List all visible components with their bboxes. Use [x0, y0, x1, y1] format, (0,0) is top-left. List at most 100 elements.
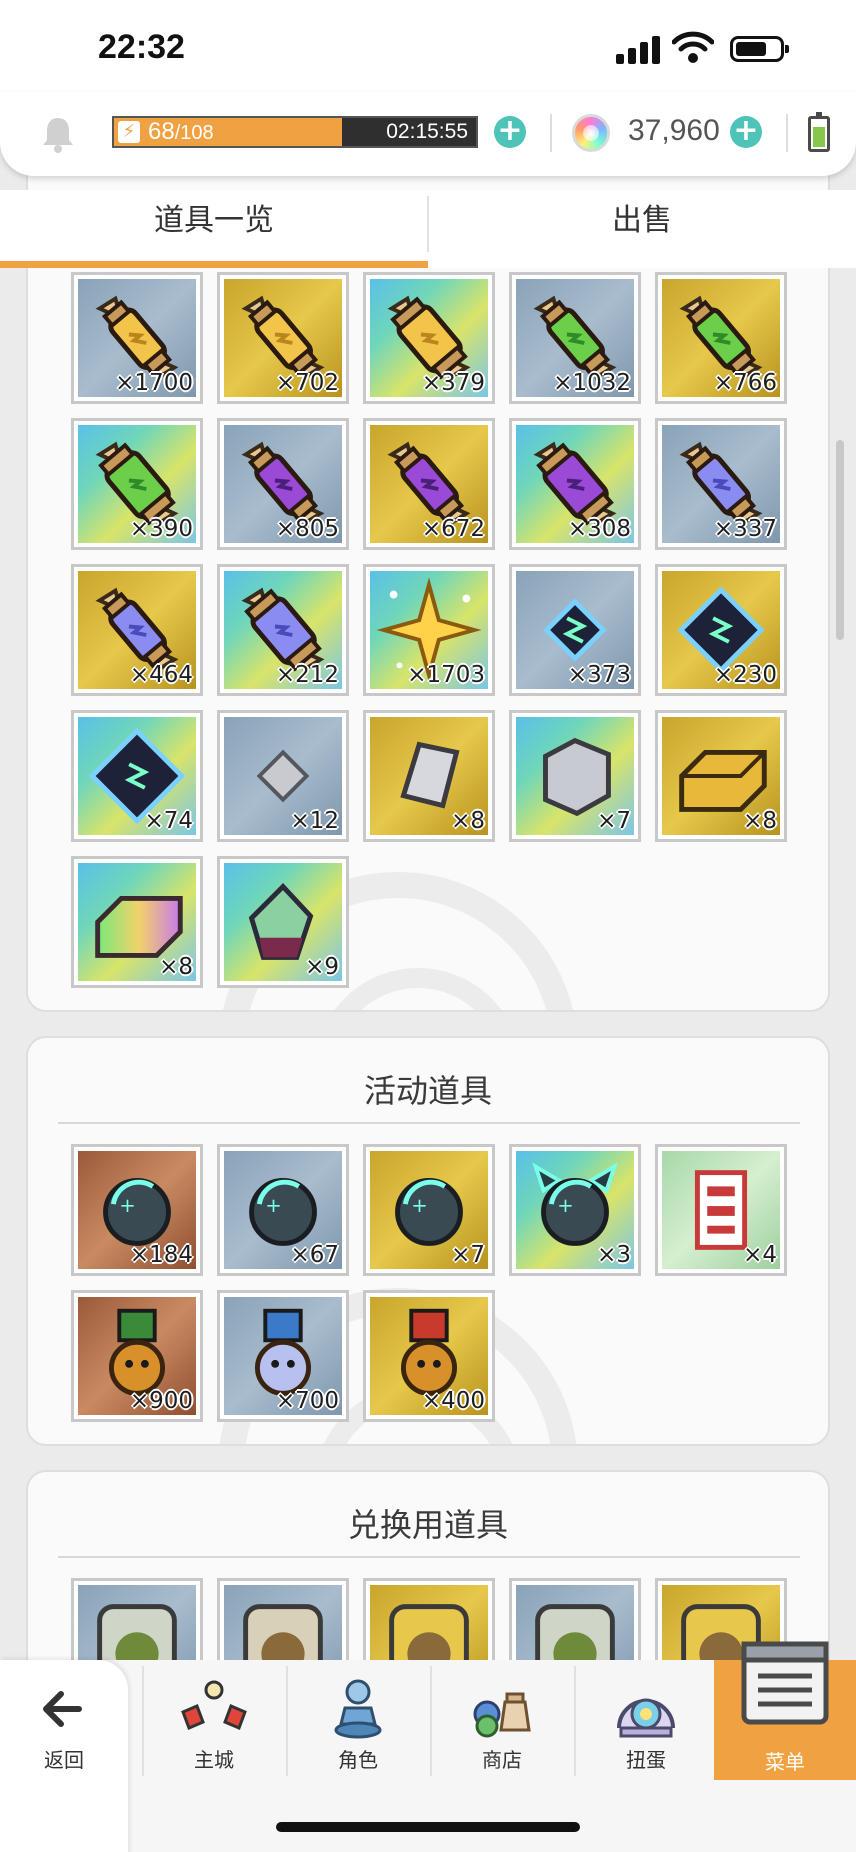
- nav-label: 扭蛋: [626, 1748, 666, 1772]
- item-background: ×400: [370, 1297, 488, 1415]
- inventory-item[interactable]: ×8: [363, 710, 495, 842]
- scrollbar[interactable]: [836, 440, 844, 640]
- town-icon: [181, 1680, 247, 1730]
- nav-shop[interactable]: 商店: [432, 1660, 572, 1780]
- item-background: ×8: [662, 717, 780, 835]
- item-count: ×400: [421, 1388, 485, 1414]
- nav-character[interactable]: 角色: [288, 1660, 428, 1780]
- add-stamina-button[interactable]: +: [494, 116, 526, 148]
- bell-icon[interactable]: [40, 114, 76, 154]
- back-button[interactable]: 返回: [0, 1660, 128, 1780]
- nav-menu[interactable]: 菜单: [714, 1641, 856, 1780]
- inventory-item[interactable]: ×230: [655, 564, 787, 696]
- inventory-item[interactable]: ×672: [363, 418, 495, 550]
- cellular-signal-icon: [616, 34, 662, 64]
- nav-label: 商店: [482, 1748, 522, 1772]
- nav-label: 菜单: [765, 1750, 805, 1774]
- character-icon: [334, 1679, 382, 1739]
- inventory-item[interactable]: ×9: [217, 856, 349, 988]
- inventory-item[interactable]: ×379: [363, 272, 495, 404]
- inventory-item[interactable]: ×702: [217, 272, 349, 404]
- item-count: ×12: [290, 808, 339, 834]
- shop-icon: [473, 1692, 531, 1738]
- item-count: ×464: [129, 662, 193, 688]
- nav-gacha[interactable]: 扭蛋: [576, 1660, 716, 1780]
- inventory-item[interactable]: ×308: [509, 418, 641, 550]
- item-background: ×308: [516, 425, 634, 543]
- tab-item-list[interactable]: 道具一览: [0, 190, 428, 268]
- tab-active-indicator: [0, 261, 428, 268]
- inventory-item[interactable]: ×1032: [509, 272, 641, 404]
- item-background: ×1703: [370, 571, 488, 689]
- item-background: ×700: [224, 1297, 342, 1415]
- inventory-item[interactable]: ×7: [509, 710, 641, 842]
- item-background: ×702: [224, 279, 342, 397]
- item-background: ×337: [662, 425, 780, 543]
- inventory-item[interactable]: ×700: [217, 1290, 349, 1422]
- inventory-item[interactable]: ×1703: [363, 564, 495, 696]
- panel-title: 兑换用道具: [347, 1506, 508, 1544]
- item-background: ×7: [516, 717, 634, 835]
- nav-town[interactable]: 主城: [144, 1660, 284, 1780]
- lightning-icon: ⚡: [118, 121, 140, 143]
- item-background: ×1700: [78, 279, 196, 397]
- resource-bar: ⚡ 68/108 02:15:55 + 37,960 +: [0, 92, 856, 176]
- nav-label: 角色: [338, 1748, 378, 1772]
- item-background: ×230: [662, 571, 780, 689]
- nav-label: 主城: [194, 1748, 234, 1772]
- inventory-item[interactable]: ×464: [71, 564, 203, 696]
- inventory-item[interactable]: ×212: [217, 564, 349, 696]
- gacha-icon: [617, 1698, 675, 1738]
- inventory-item[interactable]: ×74: [71, 710, 203, 842]
- item-background: ×766: [662, 279, 780, 397]
- inventory-item[interactable]: + ×184: [71, 1144, 203, 1276]
- svg-text:+: +: [557, 1194, 573, 1217]
- inventory-item[interactable]: ×766: [655, 272, 787, 404]
- item-count: ×373: [567, 662, 631, 688]
- inventory-item[interactable]: + ×67: [217, 1144, 349, 1276]
- divider: [550, 114, 552, 152]
- item-count: ×308: [567, 516, 631, 542]
- inventory-item[interactable]: ×805: [217, 418, 349, 550]
- item-count: ×8: [743, 808, 777, 834]
- inventory-item[interactable]: ×8: [655, 710, 787, 842]
- divider: [786, 114, 788, 152]
- battery-icon: [808, 112, 830, 152]
- item-background: ×464: [78, 571, 196, 689]
- item-background: ×4: [662, 1151, 780, 1269]
- svg-text:+: +: [265, 1194, 281, 1217]
- inventory-item[interactable]: ×900: [71, 1290, 203, 1422]
- inventory-item[interactable]: ×390: [71, 418, 203, 550]
- tab-bar: 道具一览 出售: [0, 190, 856, 268]
- stamina-timer: 02:15:55: [386, 120, 468, 143]
- item-count: ×8: [159, 954, 193, 980]
- item-count: ×900: [129, 1388, 193, 1414]
- stamina-current: 68: [148, 118, 175, 145]
- inventory-item[interactable]: ×400: [363, 1290, 495, 1422]
- tab-sell[interactable]: 出售: [428, 190, 856, 268]
- item-count: ×672: [421, 516, 485, 542]
- inventory-item[interactable]: ×373: [509, 564, 641, 696]
- nav-label: 返回: [44, 1748, 84, 1772]
- gem-icon: [572, 114, 610, 152]
- inventory-item[interactable]: ×4: [655, 1144, 787, 1276]
- item-count: ×1703: [407, 662, 485, 688]
- item-count: ×212: [275, 662, 339, 688]
- inventory-item[interactable]: ×1700: [71, 272, 203, 404]
- inventory-item[interactable]: + ×7: [363, 1144, 495, 1276]
- event-items-panel: 活动道具 + ×184 + ×67 + ×7 + ×3 ×4 ×900 ×700…: [26, 1036, 830, 1446]
- item-background: ×8: [78, 863, 196, 981]
- title-divider: [58, 1556, 800, 1558]
- inventory-item[interactable]: ×8: [71, 856, 203, 988]
- item-count: ×7: [597, 808, 631, 834]
- item-count: ×3: [597, 1242, 631, 1268]
- title-divider: [58, 1122, 800, 1124]
- inventory-item[interactable]: ×12: [217, 710, 349, 842]
- item-count: ×702: [275, 370, 339, 396]
- add-gems-button[interactable]: +: [730, 116, 762, 148]
- inventory-item[interactable]: + ×3: [509, 1144, 641, 1276]
- item-count: ×230: [713, 662, 777, 688]
- menu-icon: [741, 1641, 829, 1725]
- inventory-item[interactable]: ×337: [655, 418, 787, 550]
- item-count: ×67: [290, 1242, 339, 1268]
